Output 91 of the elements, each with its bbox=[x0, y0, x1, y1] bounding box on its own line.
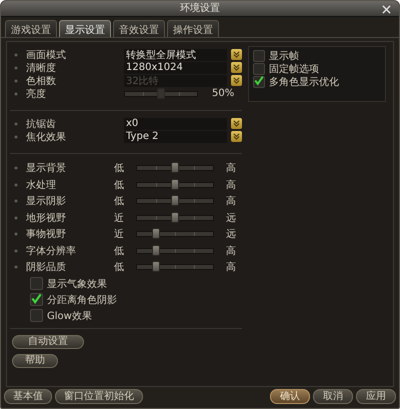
setting-label: 焦化效果 bbox=[26, 130, 67, 144]
slider-track[interactable] bbox=[124, 90, 198, 96]
dropdown-arrow-icon[interactable] bbox=[231, 62, 242, 73]
slider-track[interactable] bbox=[136, 182, 214, 188]
slider-thumb[interactable] bbox=[152, 228, 160, 240]
bullet-icon bbox=[14, 78, 18, 82]
checkbox-label: 分距离角色阴影 bbox=[47, 294, 117, 306]
min-label: 近 bbox=[113, 212, 125, 225]
dropdown[interactable]: 转换型全屏模式 bbox=[124, 48, 228, 60]
bullet-icon bbox=[14, 232, 18, 236]
setting-label: 清晰度 bbox=[26, 62, 57, 74]
button[interactable]: 确认 bbox=[270, 389, 310, 404]
tab[interactable]: 操作设置 bbox=[167, 20, 219, 37]
checkbox-label: 显示帧 bbox=[269, 50, 299, 62]
max-label: 高 bbox=[225, 162, 237, 176]
min-label: 近 bbox=[113, 228, 125, 242]
button[interactable]: 基本值 bbox=[4, 389, 52, 404]
bullet-icon bbox=[14, 216, 18, 220]
bullet-icon bbox=[14, 134, 18, 138]
checkbox[interactable] bbox=[253, 50, 265, 62]
min-label: 低 bbox=[113, 178, 125, 192]
bullet-icon bbox=[14, 182, 18, 187]
checkbox-label: 显示气象效果 bbox=[47, 278, 107, 290]
max-label: 远 bbox=[225, 212, 237, 225]
slider-thumb[interactable] bbox=[171, 162, 179, 174]
tab[interactable]: 音效设置 bbox=[113, 20, 165, 37]
bullet-icon bbox=[14, 199, 18, 204]
setting-label: 色相数 bbox=[26, 74, 57, 88]
slider-thumb[interactable] bbox=[171, 195, 179, 206]
setting-label: 抗锯齿 bbox=[26, 118, 57, 130]
setting-label: 事物视野 bbox=[26, 228, 67, 242]
dropdown-arrow-icon[interactable] bbox=[231, 118, 242, 129]
setting-label: 字体分辨率 bbox=[26, 244, 77, 258]
checkbox[interactable] bbox=[253, 76, 265, 88]
max-label: 高 bbox=[225, 178, 237, 192]
slider-thumb[interactable] bbox=[157, 88, 165, 98]
slider-value: 50% bbox=[212, 88, 234, 99]
dropdown[interactable]: 1280x1024 bbox=[124, 62, 228, 74]
dropdown-arrow-icon[interactable] bbox=[231, 49, 242, 60]
slider-track[interactable] bbox=[136, 248, 214, 254]
slider-thumb[interactable] bbox=[171, 178, 179, 190]
setting-label: 地形视野 bbox=[26, 212, 67, 225]
button[interactable]: 应用 bbox=[356, 389, 396, 404]
checkbox-label: Glow效果 bbox=[47, 310, 92, 322]
checkbox[interactable] bbox=[30, 277, 43, 290]
button[interactable]: 取消 bbox=[313, 389, 353, 404]
max-label: 远 bbox=[225, 228, 237, 242]
setting-label: 水处理 bbox=[26, 178, 57, 192]
min-label: 低 bbox=[113, 261, 125, 274]
slider-thumb[interactable] bbox=[171, 212, 179, 223]
dropdown[interactable]: Type 2 bbox=[124, 130, 228, 142]
setting-label: 显示阴影 bbox=[26, 195, 67, 208]
slider-track[interactable] bbox=[136, 231, 214, 238]
setting-label: 画面模式 bbox=[26, 48, 67, 62]
setting-label: 阴影品质 bbox=[26, 260, 67, 274]
button[interactable]: 自动设置 bbox=[12, 334, 84, 348]
checkbox[interactable] bbox=[253, 62, 265, 74]
setting-label: 显示背景 bbox=[26, 162, 67, 176]
max-label: 高 bbox=[225, 194, 237, 208]
min-label: 低 bbox=[113, 162, 125, 176]
tab[interactable]: 显示设置 bbox=[59, 20, 111, 37]
button[interactable]: 窗口位置初始化 bbox=[55, 389, 143, 404]
bullet-icon bbox=[14, 66, 18, 70]
checkbox-label: 固定帧选项 bbox=[269, 62, 319, 76]
max-label: 高 bbox=[225, 244, 237, 258]
slider-thumb[interactable] bbox=[152, 244, 160, 256]
dropdown-arrow-icon[interactable] bbox=[231, 131, 242, 142]
button[interactable]: 帮助 bbox=[12, 354, 58, 368]
bullet-icon bbox=[14, 265, 18, 270]
checkbox[interactable] bbox=[30, 293, 43, 306]
checkbox[interactable] bbox=[30, 309, 43, 322]
max-label: 高 bbox=[225, 260, 237, 274]
bullet-icon bbox=[14, 248, 18, 253]
bullet-icon bbox=[14, 122, 18, 126]
slider-track[interactable] bbox=[136, 264, 214, 270]
tab[interactable]: 游戏设置 bbox=[5, 20, 57, 37]
slider-track[interactable] bbox=[136, 165, 214, 172]
setting-label: 亮度 bbox=[26, 88, 47, 100]
bullet-icon bbox=[14, 52, 18, 56]
window-title: 环境设置 bbox=[180, 2, 220, 16]
close-icon[interactable] bbox=[382, 5, 391, 14]
dropdown-arrow-icon[interactable] bbox=[231, 75, 242, 86]
checkbox-label: 多角色显示优化 bbox=[269, 76, 339, 88]
slider-track[interactable] bbox=[136, 214, 214, 221]
slider-thumb[interactable] bbox=[152, 261, 160, 272]
bullet-icon bbox=[14, 92, 18, 96]
bullet-icon bbox=[14, 166, 18, 170]
min-label: 低 bbox=[113, 195, 125, 208]
dropdown[interactable]: x0 bbox=[124, 118, 228, 130]
slider-track[interactable] bbox=[136, 198, 214, 204]
min-label: 低 bbox=[113, 244, 125, 258]
